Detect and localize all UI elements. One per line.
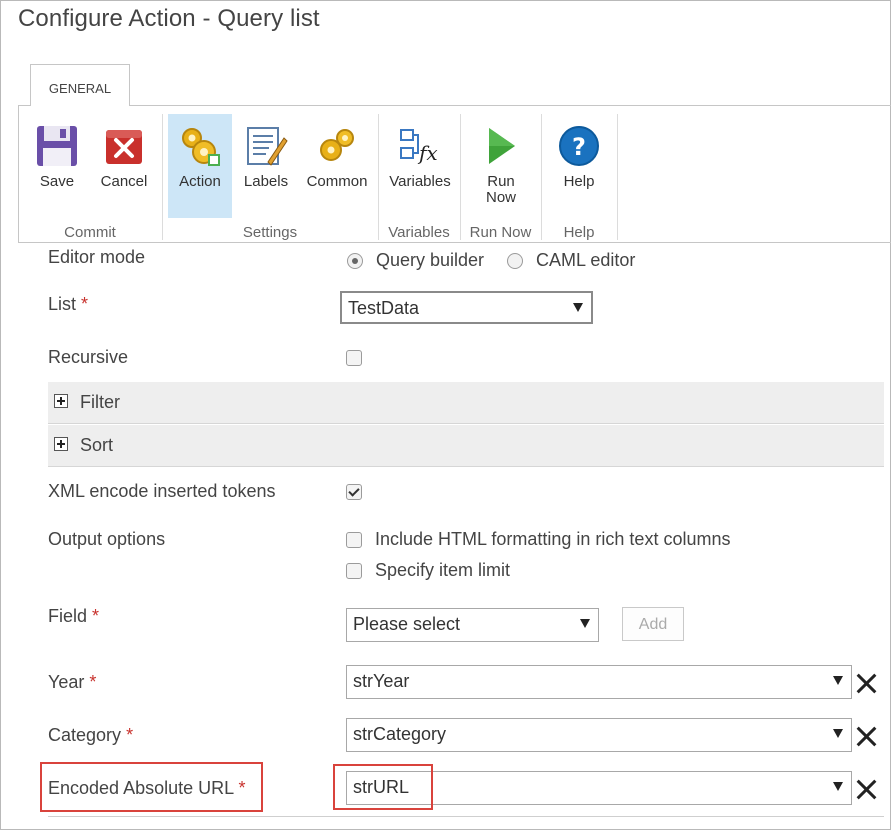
tab-general[interactable]: GENERAL bbox=[30, 64, 130, 106]
remove-encoded-url-close-icon[interactable] bbox=[855, 778, 877, 800]
action-button[interactable]: Action bbox=[168, 114, 232, 218]
run-now-button[interactable]: Run Now bbox=[469, 114, 533, 218]
year-select-value: strYear bbox=[353, 671, 410, 691]
required-mark: * bbox=[81, 294, 89, 314]
remove-year-close-icon[interactable] bbox=[855, 672, 877, 694]
caml-editor-radio[interactable] bbox=[507, 253, 523, 269]
field-select-placeholder: Please select bbox=[353, 614, 461, 634]
variables-button[interactable]: fx Variables bbox=[385, 114, 455, 218]
recursive-label: Recursive bbox=[48, 347, 129, 367]
required-mark: * bbox=[89, 672, 97, 692]
save-button[interactable]: Save bbox=[29, 114, 85, 218]
field-select[interactable]: Please select bbox=[346, 608, 599, 642]
xml-encode-checkbox[interactable] bbox=[346, 484, 362, 500]
query-builder-label: Query builder bbox=[376, 250, 485, 270]
chevron-down-icon bbox=[833, 676, 843, 685]
variables-label: Variables bbox=[389, 173, 451, 190]
variables-fx-icon: fx bbox=[400, 129, 438, 165]
list-label-text: List bbox=[48, 294, 77, 314]
chevron-down-icon bbox=[833, 729, 843, 738]
sort-section-header[interactable]: Sort bbox=[48, 425, 884, 467]
ribbon-group-settings: Action Labels Common Settings bbox=[163, 114, 377, 242]
filter-section-label: Filter bbox=[80, 392, 120, 412]
save-icon bbox=[37, 126, 77, 166]
help-label: Help bbox=[563, 173, 595, 190]
ribbon-group-run-now: Run Now Run Now bbox=[461, 114, 540, 242]
ribbon-group-label-commit: Commit bbox=[64, 224, 116, 241]
ribbon-group-variables: fx Variables Variables bbox=[379, 114, 459, 242]
year-label-text: Year bbox=[48, 672, 85, 692]
ribbon-group-help: ? Help Help bbox=[542, 114, 616, 242]
filter-section-header[interactable]: Filter bbox=[48, 382, 884, 424]
include-html-checkbox[interactable] bbox=[346, 532, 362, 548]
query-builder-radio[interactable] bbox=[347, 253, 363, 269]
required-mark: * bbox=[126, 725, 134, 745]
gears-action-icon bbox=[182, 128, 220, 166]
include-html-label: Include HTML formatting in rich text col… bbox=[375, 529, 731, 549]
editor-mode-label: Editor mode bbox=[48, 247, 146, 267]
expand-plus-icon[interactable] bbox=[54, 394, 68, 408]
common-label: Common bbox=[306, 173, 368, 190]
gears-common-icon bbox=[320, 129, 354, 161]
field-label-text: Field bbox=[48, 606, 88, 626]
category-select[interactable]: strCategory bbox=[346, 718, 852, 752]
svg-text:?: ? bbox=[572, 133, 586, 161]
ribbon-group-label-help: Help bbox=[563, 224, 595, 241]
category-label-text: Category bbox=[48, 725, 122, 745]
caml-editor-label: CAML editor bbox=[536, 250, 636, 270]
field-label: Field * bbox=[48, 606, 99, 627]
item-limit-label: Specify item limit bbox=[375, 560, 511, 580]
chevron-down-icon bbox=[833, 782, 843, 791]
cancel-icon bbox=[106, 130, 142, 164]
recursive-checkbox[interactable] bbox=[346, 350, 362, 366]
ribbon-group-label-run-now: Run Now bbox=[469, 224, 532, 241]
expand-plus-icon[interactable] bbox=[54, 437, 68, 451]
cancel-button[interactable]: Cancel bbox=[93, 114, 155, 218]
list-label: List * bbox=[48, 294, 88, 315]
add-field-button[interactable]: Add bbox=[622, 607, 684, 641]
ribbon-separator bbox=[617, 114, 618, 240]
run-now-label: Run Now bbox=[485, 173, 516, 206]
ribbon: Save Cancel Commit Action Labels Common … bbox=[18, 105, 891, 243]
item-limit-checkbox[interactable] bbox=[346, 563, 362, 579]
ribbon-group-label-variables: Variables bbox=[388, 224, 450, 241]
chevron-down-icon bbox=[573, 303, 583, 312]
year-select[interactable]: strYear bbox=[346, 665, 852, 699]
cancel-label: Cancel bbox=[100, 173, 148, 190]
help-icon: ? bbox=[559, 126, 599, 166]
output-options-label: Output options bbox=[48, 529, 166, 549]
year-label: Year * bbox=[48, 672, 96, 693]
labels-icon bbox=[247, 127, 288, 166]
save-label: Save bbox=[39, 173, 75, 190]
ribbon-group-label-settings: Settings bbox=[242, 224, 298, 241]
highlight-box-value bbox=[333, 764, 433, 810]
category-select-value: strCategory bbox=[353, 724, 447, 744]
action-label: Action bbox=[179, 173, 221, 190]
labels-button[interactable]: Labels bbox=[235, 114, 297, 218]
xml-encode-label: XML encode inserted tokens bbox=[48, 481, 276, 501]
divider bbox=[48, 816, 884, 817]
play-icon bbox=[489, 128, 515, 164]
sort-section-label: Sort bbox=[80, 435, 114, 455]
labels-label: Labels bbox=[243, 173, 289, 190]
window-title: Configure Action - Query list bbox=[18, 5, 320, 32]
highlight-box-label bbox=[40, 762, 263, 812]
remove-category-close-icon[interactable] bbox=[855, 725, 877, 747]
common-button[interactable]: Common bbox=[301, 114, 373, 218]
help-button[interactable]: ? Help bbox=[548, 114, 610, 218]
svg-text:fx: fx bbox=[417, 141, 438, 165]
list-select[interactable]: TestData bbox=[340, 291, 593, 324]
category-label: Category * bbox=[48, 725, 133, 746]
list-select-value: TestData bbox=[348, 298, 420, 318]
required-mark: * bbox=[92, 606, 100, 626]
chevron-down-icon bbox=[580, 619, 590, 628]
ribbon-group-commit: Save Cancel Commit bbox=[19, 114, 161, 242]
